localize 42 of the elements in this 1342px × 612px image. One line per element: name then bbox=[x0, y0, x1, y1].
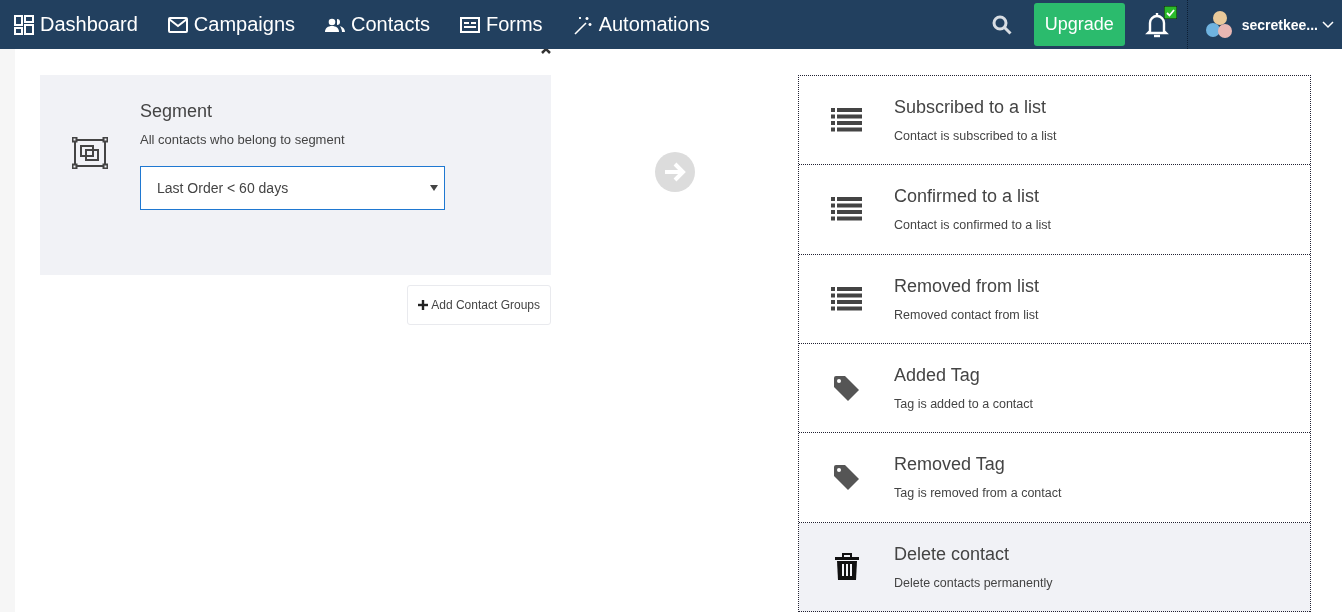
trigger-title: Added Tag bbox=[894, 365, 981, 386]
trigger-description: Contact is subscribed to a list bbox=[894, 129, 1057, 143]
list-icon bbox=[831, 108, 862, 133]
segment-description: All contacts who belong to segment bbox=[140, 132, 346, 147]
mail-icon bbox=[167, 16, 188, 33]
trigger-description: Tag is added to a contact bbox=[894, 397, 1033, 411]
caret-icon bbox=[430, 185, 438, 191]
list-icon bbox=[831, 197, 862, 222]
user-menu[interactable]: secretkee... bbox=[1241, 16, 1334, 33]
magic-wand-icon bbox=[572, 14, 593, 35]
trigger-title: Delete contact bbox=[894, 543, 1011, 565]
chevron-down-icon bbox=[1322, 20, 1334, 29]
avatar-icon[interactable] bbox=[1203, 9, 1234, 40]
notification-bell-icon[interactable] bbox=[1144, 10, 1169, 39]
people-icon bbox=[325, 17, 345, 32]
arrow-right-icon bbox=[653, 151, 696, 193]
list-icon bbox=[831, 286, 862, 311]
segment-title: Segment bbox=[140, 101, 214, 122]
nav-link[interactable]: Campaigns bbox=[167, 13, 295, 36]
nav-link[interactable]: Contacts bbox=[325, 13, 430, 36]
trigger-title: Removed from list bbox=[894, 275, 1040, 297]
dashboard-icon bbox=[14, 14, 34, 35]
form-icon bbox=[459, 16, 480, 33]
trigger-description: Removed contact from list bbox=[894, 307, 1040, 322]
nav-link[interactable]: Forms bbox=[459, 13, 543, 36]
nav-link[interactable]: Dashboard bbox=[14, 13, 138, 36]
trigger-title: Confirmed to a list bbox=[894, 186, 1041, 208]
trigger-item[interactable]: Delete contact Delete contacts permanently bbox=[799, 522, 1310, 612]
tag-icon bbox=[833, 463, 860, 491]
trigger-title: Removed Tag bbox=[894, 454, 1006, 476]
trigger-description: Tag is removed from a contact bbox=[894, 486, 1062, 501]
tag-icon bbox=[833, 374, 860, 402]
nav-link[interactable]: Automations bbox=[572, 13, 710, 36]
segment-icon bbox=[72, 137, 108, 169]
search-icon[interactable] bbox=[991, 14, 1012, 35]
trigger-description: Contact is confirmed to a list bbox=[894, 218, 1051, 233]
trigger-description: Delete contacts permanently bbox=[894, 575, 1053, 590]
trash-icon bbox=[834, 552, 859, 581]
trigger-title: Subscribed to a list bbox=[894, 97, 1048, 118]
add-contact-groups-button[interactable]: Add Contact Groups bbox=[407, 285, 551, 325]
segment-dropdown[interactable]: Last Order < 60 days bbox=[140, 166, 445, 210]
plus-icon bbox=[418, 300, 429, 310]
